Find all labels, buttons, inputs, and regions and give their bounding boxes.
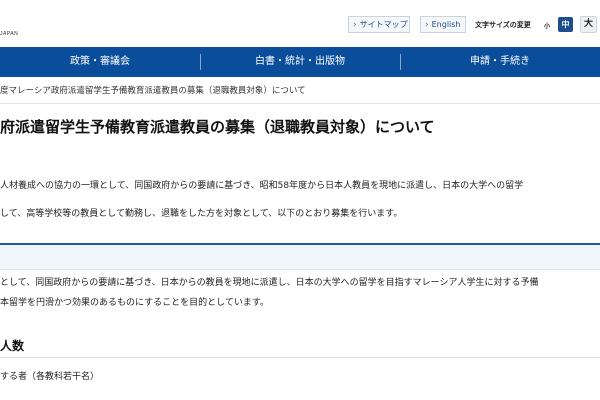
section1-paragraph-line: 本留学を円滑かつ効果のあるものにすることを目的としています。 <box>0 298 269 308</box>
fontsize-label: 文字サイズの変更 <box>475 21 531 29</box>
breadcrumb: 度マレーシア政府派遣留学生予備教育派遣教員の募集（退職教員対象）について <box>0 86 306 96</box>
nav-item-policy[interactable]: 政策・審議会 <box>0 47 200 77</box>
chevron-right-icon: › <box>425 20 429 30</box>
section2-heading: 人数 <box>0 336 600 358</box>
breadcrumb-divider <box>0 103 600 104</box>
global-nav: 政策・審議会 白書・統計・出版物 申請・手続き <box>0 47 600 77</box>
fontsize-medium-button[interactable]: 中 <box>558 17 573 32</box>
fontsize-small-button[interactable]: 小 <box>540 20 554 34</box>
nav-item-applications[interactable]: 申請・手続き <box>400 47 600 77</box>
chevron-right-icon: › <box>353 20 357 30</box>
fontsize-large-button[interactable]: 大 <box>580 16 597 33</box>
top-utility-bar: JAPAN › サイトマップ › English 文字サイズの変更 小 中 大 <box>0 0 600 46</box>
page: JAPAN › サイトマップ › English 文字サイズの変更 小 中 大 政策… <box>0 0 600 400</box>
site-logo[interactable]: JAPAN <box>0 31 18 37</box>
english-label: English <box>431 20 461 29</box>
section-heading-band <box>0 243 600 270</box>
section2-paragraph-line: する者（各教科若干名） <box>0 372 100 382</box>
nav-item-publications[interactable]: 白書・統計・出版物 <box>200 47 400 77</box>
section1-paragraph-line: として、同国政府からの要請に基づき、日本からの教員を現地に派遣し、日本の大学への… <box>0 278 539 288</box>
page-title: 府派遣留学生予備教育派遣教員の募集（退職教員対象）について <box>0 118 435 136</box>
sitemap-label: サイトマップ <box>359 20 408 29</box>
sitemap-link[interactable]: › サイトマップ <box>348 16 410 33</box>
intro-paragraph-line: 人材養成への協力の一環として、同国政府からの要請に基づき、昭和58年度から日本人… <box>0 181 524 191</box>
intro-paragraph-line: して、高等学校等の教員として勤務し、退職をした方を対象として、以下のとおり募集を… <box>0 209 403 219</box>
english-link[interactable]: › English <box>420 16 466 33</box>
